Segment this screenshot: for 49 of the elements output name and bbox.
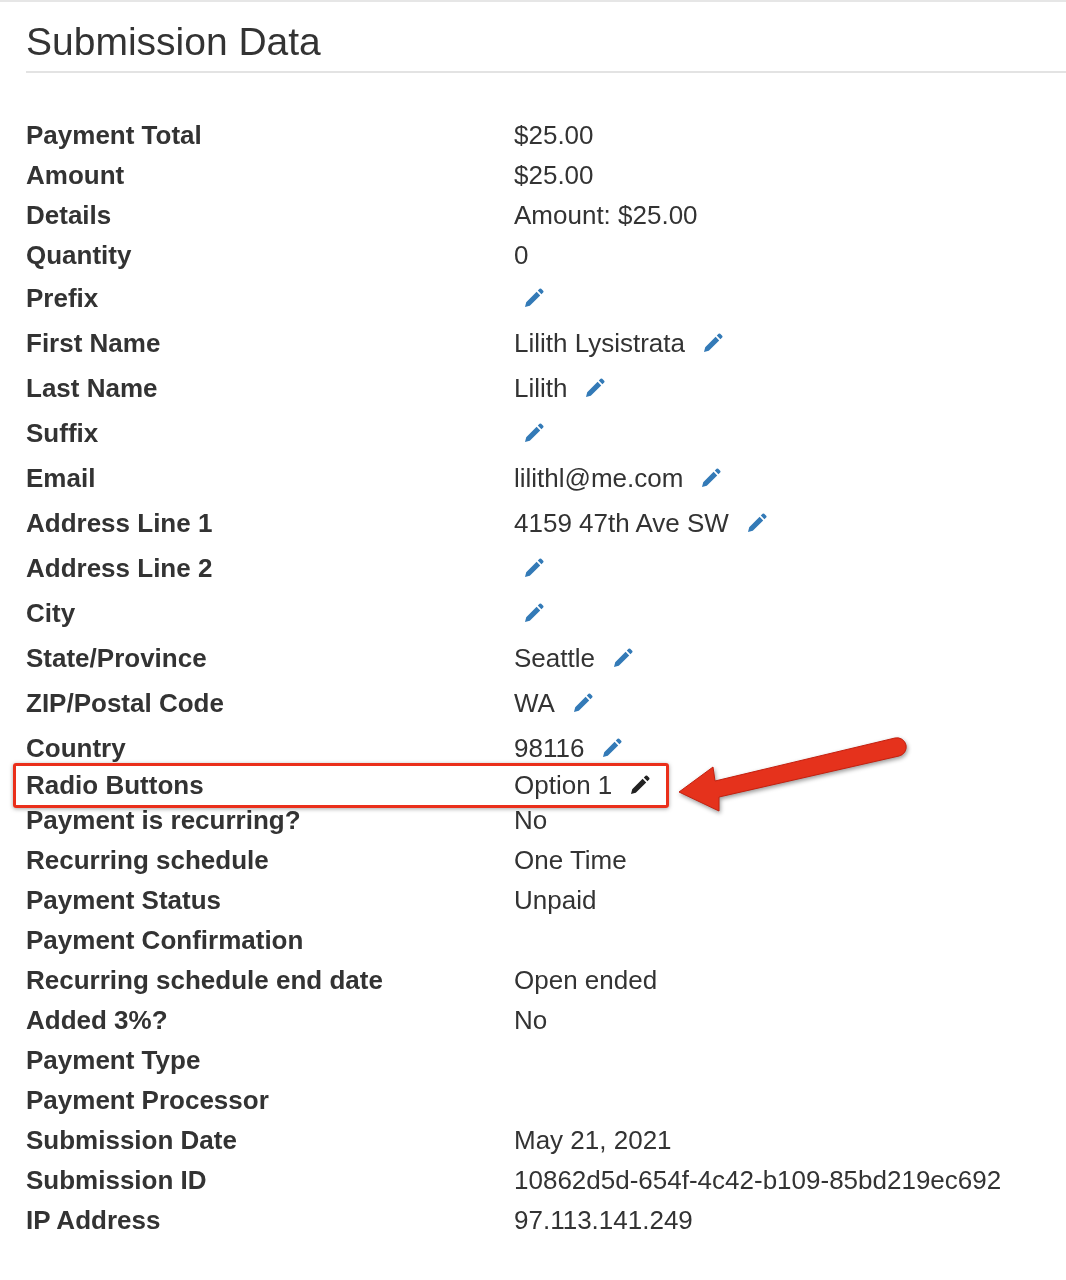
field-label: Recurring schedule end date — [26, 965, 383, 995]
field-value: Option 1 — [514, 770, 613, 800]
field-label: Prefix — [26, 282, 99, 313]
field-label: Address Line 1 — [26, 507, 213, 538]
field-label: Payment Status — [26, 885, 222, 915]
field-label: Payment Total — [26, 120, 202, 150]
field-value: $25.00 — [514, 160, 594, 190]
field-value: May 21, 2021 — [514, 1125, 672, 1155]
field-value: No — [514, 805, 548, 835]
pencil-icon[interactable] — [630, 775, 651, 795]
field-label: Last Name — [26, 372, 158, 403]
field-label: Country — [26, 732, 126, 763]
field-label: Payment Type — [26, 1045, 201, 1075]
field-value: No — [514, 1005, 548, 1035]
field-label: IP Address — [26, 1205, 161, 1235]
field-label: Payment Processor — [26, 1085, 269, 1115]
field-label: Recurring schedule — [26, 845, 269, 875]
field-value: 97.113.141.249 — [514, 1205, 693, 1235]
field-value: lilithl@me.com — [514, 462, 684, 493]
field-label: ZIP/Postal Code — [26, 687, 224, 718]
field-value: Seattle — [514, 642, 595, 673]
field-label: Quantity — [26, 240, 132, 270]
field-value: WA — [514, 687, 555, 718]
field-label: Address Line 2 — [26, 552, 213, 583]
panel-title: Submission Data — [26, 19, 321, 65]
field-value: Open ended — [514, 965, 658, 995]
field-label: Details — [26, 200, 112, 230]
field-value: One Time — [514, 845, 627, 875]
field-value: Lilith Lysistrata — [514, 327, 685, 358]
field-value: Lilith — [514, 372, 568, 403]
field-label: Added 3%? — [26, 1005, 168, 1035]
field-label: Payment is recurring? — [26, 805, 301, 835]
field-label: Radio Buttons — [26, 770, 204, 800]
field-value: Unpaid — [514, 885, 597, 915]
field-value: 98116 — [514, 732, 585, 763]
field-value: Amount: $25.00 — [514, 200, 698, 230]
field-label: City — [26, 597, 76, 628]
field-label: Payment Confirmation — [26, 925, 304, 955]
field-label: Suffix — [26, 417, 99, 448]
field-label: Email — [26, 462, 96, 493]
field-label: Submission ID — [26, 1165, 207, 1195]
field-value: $25.00 — [514, 120, 594, 150]
field-label: State/Province — [26, 642, 207, 673]
field-label: First Name — [26, 327, 161, 358]
field-value: 4159 47th Ave SW — [514, 507, 729, 538]
field-label: Submission Date — [26, 1125, 237, 1155]
field-value: 10862d5d-654f-4c42-b109-85bd219ec692 — [514, 1165, 1002, 1195]
field-label: Amount — [26, 160, 125, 190]
field-value: 0 — [514, 240, 529, 270]
